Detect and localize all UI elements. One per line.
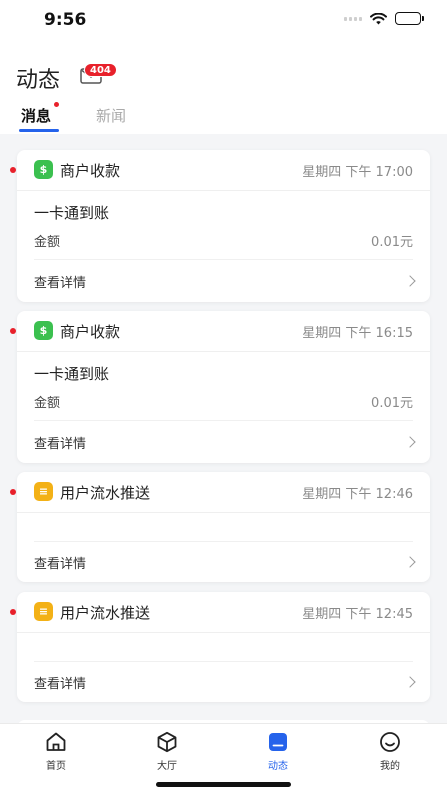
status-bar: 9:56 (0, 0, 447, 44)
tab-active-indicator (19, 129, 59, 132)
message-card[interactable]: $ 商户收款 星期四 下午 16:15 一卡通到账 金额 0.01元 查看详情 (10, 311, 430, 463)
battery-icon (395, 12, 424, 25)
tab-bar: 消息 新闻 (0, 102, 447, 134)
card-subtitle: 一卡通到账 (34, 204, 110, 222)
wallet-icon: $ (34, 321, 53, 340)
nav-home[interactable]: 首页 (26, 730, 86, 772)
wifi-icon (370, 12, 387, 24)
stream-icon: ≡ (34, 482, 53, 501)
chevron-right-icon (404, 436, 416, 448)
nav-home-label: 首页 (46, 761, 66, 772)
home-indicator (156, 782, 291, 787)
wallet-icon: $ (34, 160, 53, 179)
unread-dot (10, 489, 16, 495)
view-details-link[interactable]: 查看详情 (34, 553, 86, 572)
divider (34, 661, 413, 662)
message-card[interactable]: $ 商户收款 星期四 下午 17:00 一卡通到账 金额 0.01元 查看详情 (10, 150, 430, 302)
stream-icon: ≡ (34, 602, 53, 621)
card-time: 星期四 下午 12:46 (302, 487, 413, 502)
card-subtitle: 一卡通到账 (34, 365, 110, 383)
nav-hall[interactable]: 大厅 (137, 730, 197, 772)
unread-dot (10, 609, 16, 615)
card-time: 星期四 下午 12:45 (302, 607, 413, 622)
unread-dot (10, 167, 16, 173)
card-title: 商户收款 (60, 162, 121, 180)
divider (34, 420, 413, 421)
header: 动态 404 消息 新闻 (0, 44, 447, 134)
nav-feed[interactable]: 动态 (248, 730, 308, 772)
amount-label: 金额 (34, 235, 61, 250)
divider (17, 632, 430, 633)
status-icons (344, 12, 424, 25)
tab-messages[interactable]: 消息 (21, 105, 51, 126)
tab-unread-dot (54, 102, 59, 107)
signal-icon (344, 16, 362, 21)
divider (17, 512, 430, 513)
amount-value: 0.01元 (371, 396, 413, 411)
nav-hall-label: 大厅 (157, 761, 177, 772)
view-details-link[interactable]: 查看详情 (34, 272, 86, 291)
amount-value: 0.01元 (371, 235, 413, 250)
smile-icon (380, 732, 400, 752)
home-icon (46, 732, 66, 751)
tab-news[interactable]: 新闻 (96, 105, 126, 126)
card-time: 星期四 下午 17:00 (302, 165, 413, 180)
card-title: 商户收款 (60, 323, 121, 341)
divider (17, 190, 430, 191)
nav-me[interactable]: 我的 (360, 730, 420, 772)
message-card[interactable]: ≡ 用户流水推送 星期四 下午 12:46 查看详情 (10, 472, 430, 582)
card-title: 用户流水推送 (60, 604, 151, 622)
page-title: 动态 (16, 68, 61, 93)
amount-label: 金额 (34, 396, 61, 411)
chevron-right-icon (404, 556, 416, 568)
unread-dot (10, 328, 16, 334)
nav-me-label: 我的 (380, 761, 400, 772)
chevron-right-icon (404, 275, 416, 287)
nav-feed-label: 动态 (268, 761, 288, 772)
status-time: 9:56 (44, 10, 87, 30)
divider (34, 541, 413, 542)
divider (17, 351, 430, 352)
message-card[interactable]: ≡ 用户流水推送 星期四 下午 12:45 查看详情 (10, 592, 430, 702)
feed-icon (269, 733, 287, 751)
view-details-link[interactable]: 查看详情 (34, 673, 86, 692)
view-details-link[interactable]: 查看详情 (34, 433, 86, 452)
card-title: 用户流水推送 (60, 484, 151, 502)
mail-badge: 404 (84, 63, 117, 77)
divider (34, 259, 413, 260)
cube-icon (157, 731, 177, 753)
chevron-right-icon (404, 676, 416, 688)
card-time: 星期四 下午 16:15 (302, 326, 413, 341)
